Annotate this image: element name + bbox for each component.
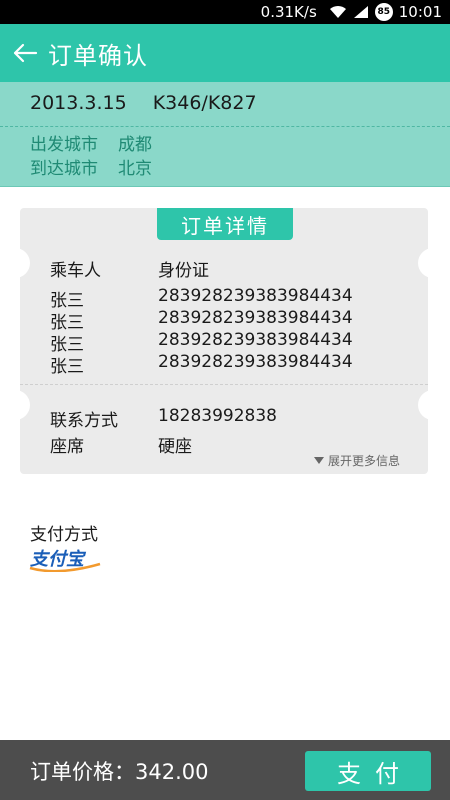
trip-info: 2013.3.15 K346/K827 bbox=[30, 92, 257, 114]
passenger-id: 283928239383984434 bbox=[158, 286, 353, 306]
ticket-notch bbox=[14, 390, 30, 420]
ticket-notch bbox=[418, 248, 434, 278]
passenger-id: 283928239383984434 bbox=[158, 352, 353, 372]
ticket-notch bbox=[418, 390, 434, 420]
wifi-icon bbox=[329, 5, 347, 19]
expand-more-label: 展开更多信息 bbox=[327, 454, 400, 468]
contact-label: 联系方式 bbox=[50, 411, 118, 431]
expand-more-button[interactable]: 展开更多信息 bbox=[313, 452, 400, 469]
arrive-city-row: 到达城市 北京 bbox=[30, 154, 152, 179]
app-header: 订单确认 bbox=[0, 24, 450, 82]
ticket-notch bbox=[14, 248, 30, 278]
network-speed: 0.31K/s bbox=[260, 3, 317, 21]
trip-summary: 2013.3.15 K346/K827 出发城市 成都 到达城市 北京 bbox=[0, 82, 450, 187]
passenger-name: 张三 bbox=[50, 357, 84, 377]
arrive-label: 到达城市 bbox=[30, 159, 98, 179]
seat-value: 硬座 bbox=[158, 437, 192, 457]
divider bbox=[20, 384, 428, 385]
alipay-logo[interactable]: 支付宝 bbox=[28, 546, 102, 573]
divider bbox=[0, 126, 450, 127]
trip-date: 2013.3.15 bbox=[30, 92, 127, 114]
passenger-header: 乘车人 bbox=[50, 261, 101, 281]
battery-icon: 85 bbox=[374, 3, 393, 21]
depart-city: 成都 bbox=[118, 135, 152, 155]
train-number: K346/K827 bbox=[152, 92, 257, 114]
arrive-city: 北京 bbox=[118, 159, 152, 179]
passenger-id: 283928239383984434 bbox=[158, 308, 353, 328]
order-details-tag: 订单详情 bbox=[157, 208, 293, 240]
signal-icon bbox=[353, 5, 369, 19]
passenger-id: 283928239383984434 bbox=[158, 330, 353, 350]
order-price: 订单价格：342.00 bbox=[30, 760, 209, 784]
order-details-card: 订单详情 乘车人 身份证 张三 283928239383984434 张三 28… bbox=[14, 208, 434, 474]
depart-label: 出发城市 bbox=[30, 135, 98, 155]
bottom-bar: 订单价格：342.00 支付 bbox=[0, 740, 450, 800]
pay-button[interactable]: 支付 bbox=[305, 751, 431, 791]
seat-label: 座席 bbox=[50, 437, 84, 457]
triangle-down-icon bbox=[313, 457, 324, 464]
back-arrow-icon[interactable] bbox=[12, 39, 40, 67]
payment-method-label: 支付方式 bbox=[30, 525, 98, 545]
svg-text:支付宝: 支付宝 bbox=[30, 549, 87, 570]
contact-value: 18283992838 bbox=[158, 406, 277, 426]
depart-city-row: 出发城市 成都 bbox=[30, 130, 152, 155]
clock: 10:01 bbox=[398, 3, 442, 21]
page-title: 订单确认 bbox=[48, 41, 148, 70]
id-header: 身份证 bbox=[158, 261, 209, 281]
status-bar: 0.31K/s 85 10:01 bbox=[0, 0, 450, 24]
